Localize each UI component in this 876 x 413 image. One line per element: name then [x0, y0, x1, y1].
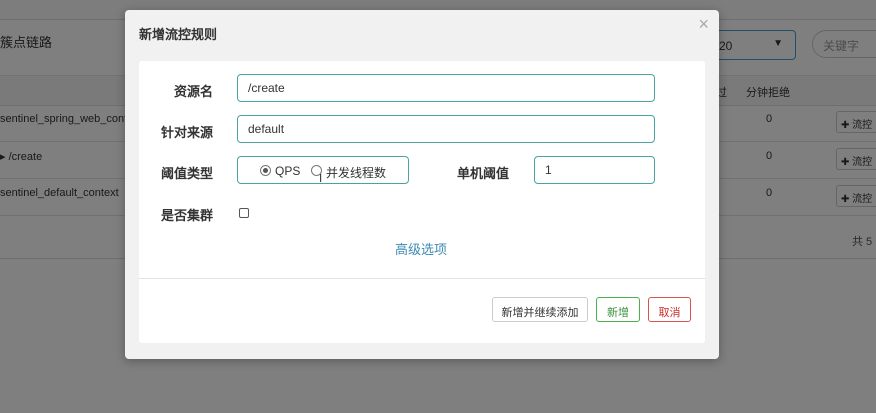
cancel-button[interactable]: 取消	[648, 297, 691, 322]
source-label: 针对来源	[160, 125, 213, 140]
dialog-body: 资源名 针对来源 阈值类型 QPS 并发线程数 单机阈值 是否集群 高级选项 新…	[139, 61, 705, 343]
radio-qps[interactable]	[260, 165, 271, 176]
footer-divider	[139, 278, 705, 279]
radio-qps-label[interactable]: QPS	[275, 164, 300, 178]
source-input[interactable]	[237, 115, 655, 143]
resource-label: 资源名	[173, 84, 213, 99]
threshold-type-radio-group: QPS 并发线程数	[237, 156, 409, 184]
advanced-options-link[interactable]: 高级选项	[395, 239, 447, 258]
add-flow-rule-dialog: 新增流控规则 × 资源名 针对来源 阈值类型 QPS 并发线程数 单机阈值 是否…	[125, 10, 719, 359]
radio-threads-label[interactable]: 并发线程数	[326, 164, 386, 181]
close-icon[interactable]: ×	[698, 14, 709, 35]
resource-input[interactable]	[237, 74, 655, 102]
threshold-type-label: 阈值类型	[160, 166, 213, 181]
text-cursor-icon: I	[319, 172, 323, 185]
cluster-label: 是否集群	[160, 208, 213, 223]
dialog-title: 新增流控规则	[139, 27, 218, 42]
cluster-checkbox[interactable]	[239, 208, 249, 218]
single-threshold-input[interactable]	[534, 156, 655, 184]
single-threshold-label: 单机阈值	[456, 166, 509, 181]
add-and-continue-button[interactable]: 新增并继续添加	[492, 297, 588, 322]
add-button[interactable]: 新增	[596, 297, 640, 322]
